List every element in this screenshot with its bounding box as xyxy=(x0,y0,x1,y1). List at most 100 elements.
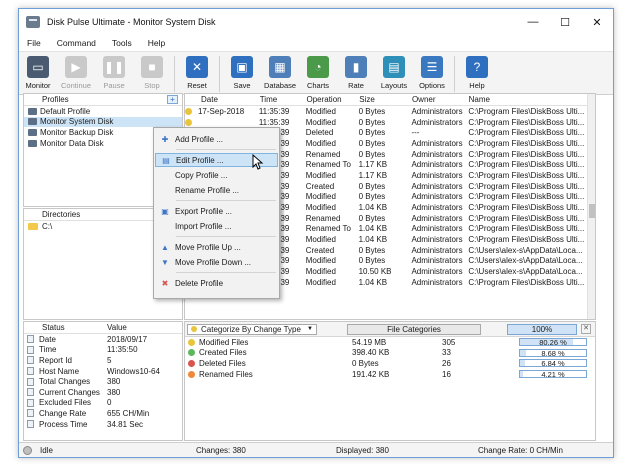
table-cell: Administrators xyxy=(411,160,463,170)
table-row[interactable]: 17-Sep-2018 11:35:39 Modified 0 Bytes Admini… xyxy=(185,106,595,117)
close-button[interactable]: ✕ xyxy=(581,9,613,35)
table-cell: C:\Program Files\DiskBoss Ulti... xyxy=(468,181,585,191)
status-value: 380 xyxy=(107,387,121,397)
table-cell: Deleted xyxy=(305,128,334,138)
context-menu-label: Edit Profile ... xyxy=(176,155,224,165)
toolbar-layouts-button[interactable]: ▤ Layouts xyxy=(375,52,413,96)
toolbar-monitor-button[interactable]: ▭ Monitor xyxy=(19,52,57,96)
add-profile-icon[interactable]: + xyxy=(167,95,178,104)
directories-header-label: Directories xyxy=(42,210,81,219)
table-cell: Modified xyxy=(305,138,336,148)
context-add-profile-item[interactable]: ✚ Add Profile ... xyxy=(155,132,278,146)
categories-body: Modified Files 54.19 MB 305 80.26 % Created … xyxy=(185,337,595,379)
context-menu-separator xyxy=(176,149,276,150)
status-name: Host Name xyxy=(39,366,80,376)
table-cell: Modified xyxy=(305,267,336,277)
status-row: Change Rate 655 CH/Min xyxy=(24,408,182,419)
menu-command[interactable]: Command xyxy=(49,38,104,48)
table-cell: Created xyxy=(305,181,335,191)
modified-icon xyxy=(185,118,192,126)
disk-icon xyxy=(28,118,37,126)
toolbar: ▭ Monitor ▶ Continue ❚❚ Pause ■ Stop ✕ Reset ▣ Save… xyxy=(19,51,613,95)
table-cell: 0 Bytes xyxy=(358,256,386,266)
report-icon xyxy=(27,398,34,407)
category-row[interactable]: Modified Files 54.19 MB 305 80.26 % xyxy=(185,337,595,348)
menu-file[interactable]: File xyxy=(19,38,49,48)
column-header-date[interactable]: Date xyxy=(185,95,257,104)
status-row: Total Changes 380 xyxy=(24,376,182,387)
status-value: 34.81 Sec xyxy=(107,419,144,429)
toolbar-database-button[interactable]: ▦ Database xyxy=(261,52,299,96)
table-cell: 1.17 KB xyxy=(358,170,388,180)
context-export-profile-item[interactable]: ▣ Export Profile ... xyxy=(155,204,278,218)
category-row[interactable]: Deleted Files 0 Bytes 26 6.84 % xyxy=(185,358,595,369)
toolbar-rate-button[interactable]: ▮ Rate xyxy=(337,52,375,96)
status-row: Current Changes 380 xyxy=(24,387,182,398)
directory-label: C:\ xyxy=(42,221,53,231)
column-header-owner[interactable]: Owner xyxy=(409,95,466,104)
profile-label: Monitor System Disk xyxy=(40,117,114,127)
toolbar-save-button[interactable]: ▣ Save xyxy=(223,52,261,96)
column-header-name[interactable]: Name xyxy=(466,95,595,104)
events-scroll-thumb[interactable] xyxy=(589,204,595,218)
status-table-body: Date 2018/09/17 Time 11:35:50 Report Id 5 Host… xyxy=(24,334,182,429)
close-panel-icon[interactable]: ✕ xyxy=(581,324,591,334)
toolbar-label: Monitor xyxy=(25,81,51,90)
context-move-profile-up-item[interactable]: ▲ Move Profile Up ... xyxy=(155,240,278,254)
column-header-operation[interactable]: Operation xyxy=(303,95,356,104)
report-icon xyxy=(27,377,34,386)
add-icon: ✚ xyxy=(161,134,169,144)
table-cell: C:\Program Files\DiskBoss Ulti... xyxy=(468,192,585,202)
context-rename-profile-item[interactable]: Rename Profile ... xyxy=(155,183,278,197)
toolbar-help-button[interactable]: ? Help xyxy=(458,52,496,96)
table-cell: 17-Sep-2018 xyxy=(197,106,245,116)
category-row[interactable]: Renamed Files 191.42 KB 16 4.21 % xyxy=(185,369,595,380)
column-header-size[interactable]: Size xyxy=(356,95,409,104)
minimize-button[interactable]: — xyxy=(517,9,549,35)
table-cell: Created xyxy=(305,245,335,255)
column-header-time[interactable]: Time xyxy=(257,95,304,104)
context-delete-profile-item[interactable]: ✖ Delete Profile xyxy=(155,276,278,290)
menu-help[interactable]: Help xyxy=(140,38,173,48)
status-row: Date 2018/09/17 xyxy=(24,334,182,345)
category-percent-bar: 8.68 % xyxy=(519,348,587,358)
disk-icon xyxy=(28,128,37,136)
context-menu-label: Export Profile ... xyxy=(175,206,232,216)
category-name: Modified Files xyxy=(199,337,249,347)
table-cell: Administrators xyxy=(411,277,463,287)
delete-icon: ✖ xyxy=(161,278,169,288)
mouse-cursor-icon xyxy=(252,154,264,170)
context-copy-profile-item[interactable]: Copy Profile ... xyxy=(155,168,278,182)
categorize-dropdown[interactable]: Categorize By Change Type ▼ xyxy=(187,323,317,335)
profile-item[interactable]: Default Profile xyxy=(24,106,182,117)
disk-icon xyxy=(28,139,37,147)
toolbar-options-button[interactable]: ☰ Options xyxy=(413,52,451,96)
toolbar-charts-button[interactable]: ◔ Charts xyxy=(299,52,337,96)
context-import-profile-item[interactable]: Import Profile ... xyxy=(155,219,278,233)
report-icon xyxy=(27,335,34,344)
toolbar-stop-button: ■ Stop xyxy=(133,52,171,96)
status-value: Windows10-64 xyxy=(107,366,160,376)
category-dot-icon xyxy=(188,359,195,367)
status-panel: Status Value Date 2018/09/17 Time 11:35:50 R… xyxy=(23,321,183,441)
toolbar-separator xyxy=(454,56,455,92)
status-name: Change Rate xyxy=(39,408,87,418)
category-row[interactable]: Created Files 398.40 KB 33 8.68 % xyxy=(185,348,595,359)
menu-tools[interactable]: Tools xyxy=(104,38,140,48)
table-cell: C:\Users\alex-s\AppData\Loca... xyxy=(468,256,583,266)
profile-item[interactable]: Monitor System Disk xyxy=(24,116,182,128)
table-cell: 1.04 KB xyxy=(358,203,388,213)
chevron-down-icon: ▼ xyxy=(307,326,313,332)
table-cell: Modified xyxy=(305,203,336,213)
value-col-header: Value xyxy=(107,323,127,332)
table-row[interactable]: 11:35:39 Modified 0 Bytes Administrators C:\… xyxy=(185,117,595,128)
toolbar-reset-button[interactable]: ✕ Reset xyxy=(178,52,216,96)
context-menu-separator xyxy=(176,236,276,237)
status-name: Total Changes xyxy=(39,377,91,387)
events-scrollbar[interactable] xyxy=(587,94,595,319)
table-cell: Administrators xyxy=(411,181,463,191)
context-move-profile-down-item[interactable]: ▼ Move Profile Down ... xyxy=(155,255,278,269)
status-row: Excluded Files 0 xyxy=(24,398,182,409)
category-icon xyxy=(191,326,197,332)
maximize-button[interactable]: ☐ xyxy=(549,9,581,35)
